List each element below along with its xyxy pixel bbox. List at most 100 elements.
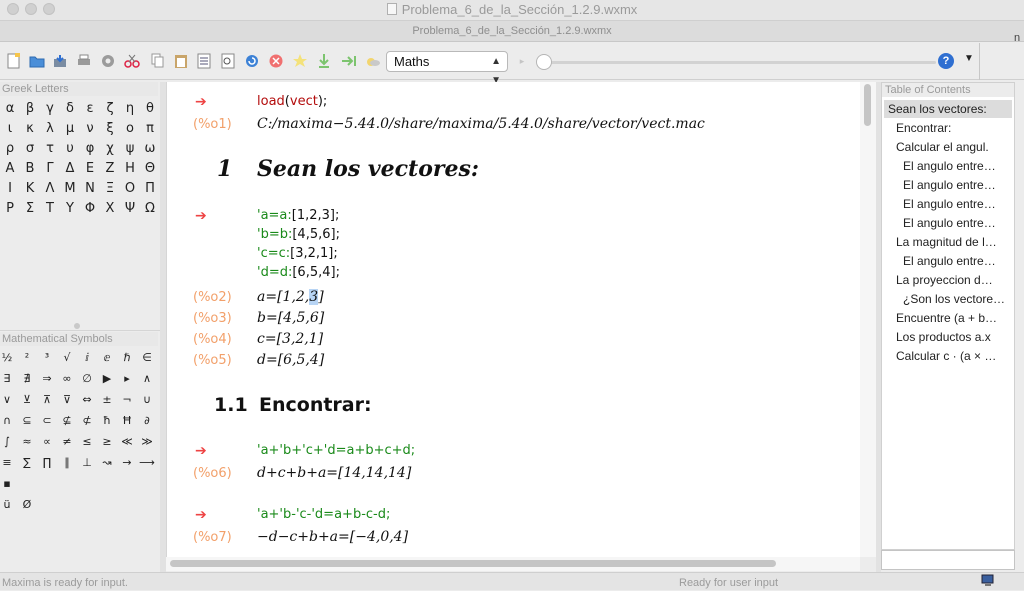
math-symbol-button[interactable]: ≫: [136, 432, 158, 452]
math-symbol-button[interactable]: ⊈: [56, 411, 78, 431]
input-prompt-arrow-icon[interactable]: ➔: [195, 442, 207, 459]
math-symbol-button[interactable]: ≠: [56, 432, 78, 452]
math-symbol-button[interactable]: ∥: [56, 453, 78, 473]
input-cell-line[interactable]: 'a=a:[1,2,3];: [257, 208, 339, 223]
toc-filter-input[interactable]: [881, 550, 1015, 570]
tab-title[interactable]: Problema_6_de_la_Sección_1.2.9.wxmx: [0, 25, 1024, 37]
output-expression[interactable]: d+c+b+a=[14,14,14]: [257, 465, 411, 481]
math-symbol-button[interactable]: ∄: [16, 369, 38, 389]
toc-item[interactable]: Encuentre (a + b…: [896, 309, 1010, 327]
stop-icon[interactable]: [268, 53, 284, 69]
math-symbol-button[interactable]: ∈: [136, 348, 158, 368]
section-title[interactable]: Sean los vectores:: [257, 156, 479, 182]
math-symbol-button[interactable]: ∪: [136, 390, 158, 410]
toc-item[interactable]: La magnitud de l…: [896, 233, 1010, 251]
subsection-title[interactable]: Encontrar:: [259, 394, 372, 416]
input-cell[interactable]: load(vect);: [257, 94, 327, 109]
math-symbol-button[interactable]: ³: [36, 348, 58, 368]
math-symbol-button[interactable]: ¬: [116, 390, 138, 410]
copy-icon[interactable]: [150, 53, 166, 69]
math-symbol-button[interactable]: ⊥: [76, 453, 98, 473]
star-icon[interactable]: [292, 53, 308, 69]
worksheet[interactable]: ➔ load(vect); (%o1) C:/maxima−5.44.0/share/…: [166, 82, 860, 557]
input-prompt-arrow-icon[interactable]: ➔: [195, 506, 207, 523]
math-symbol-button[interactable]: ≥: [96, 432, 118, 452]
toc-item[interactable]: Encontrar:: [896, 119, 1010, 137]
output-expression[interactable]: c=[3,2,1]: [257, 331, 323, 347]
math-symbol-button[interactable]: ∞: [56, 369, 78, 389]
math-symbol-button[interactable]: ∂: [136, 411, 158, 431]
vertical-scroll-thumb[interactable]: [864, 84, 871, 126]
worksheet-vertical-scrollbar[interactable]: [860, 82, 876, 557]
math-symbol-button[interactable]: ⊄: [76, 411, 98, 431]
math-symbol-button[interactable]: ∧: [136, 369, 158, 389]
math-symbol-button[interactable]: ⇒: [36, 369, 58, 389]
output-expression[interactable]: −d−c+b+a=[−4,0,4]: [257, 529, 408, 545]
math-symbol-button[interactable]: ℏ: [116, 348, 138, 368]
worksheet-horizontal-scrollbar[interactable]: [166, 557, 860, 571]
input-prompt-arrow-icon[interactable]: ➔: [195, 207, 207, 224]
greek-letter-button[interactable]: θ: [138, 99, 162, 119]
greek-letter-button[interactable]: Θ: [138, 159, 162, 179]
math-symbol-button[interactable]: ⅈ: [76, 348, 98, 368]
math-symbol-button[interactable]: ⇔: [76, 390, 98, 410]
math-symbol-button[interactable]: ▪: [0, 474, 18, 494]
math-symbol-button[interactable]: Ħ: [116, 411, 138, 431]
toc-item[interactable]: La proyeccion d…: [896, 271, 1010, 289]
play-icon[interactable]: ▸: [514, 53, 530, 69]
toc-item[interactable]: El angulo entre…: [903, 157, 1010, 175]
cloud-icon[interactable]: [365, 53, 381, 69]
output-expression[interactable]: a=[1,2,3]: [257, 289, 324, 305]
panel-splitter-handle[interactable]: [74, 323, 80, 329]
greek-letter-button[interactable]: Π: [138, 179, 162, 199]
toc-item[interactable]: El angulo entre…: [903, 176, 1010, 194]
selected-output-text[interactable]: 3: [309, 289, 319, 305]
download-icon[interactable]: [316, 53, 332, 69]
help-icon[interactable]: ?: [938, 53, 954, 69]
open-folder-icon[interactable]: [29, 53, 45, 69]
animation-slider-track[interactable]: [540, 61, 936, 64]
math-symbol-button[interactable]: ⊼: [36, 390, 58, 410]
print-icon[interactable]: [76, 53, 92, 69]
math-symbol-button[interactable]: ⊻: [16, 390, 38, 410]
output-expression[interactable]: C:/maxima−5.44.0/share/maxima/5.44.0/sha…: [257, 116, 705, 132]
input-cell-line[interactable]: 'c=c:[3,2,1];: [257, 246, 338, 261]
math-symbol-button[interactable]: ▸: [116, 369, 138, 389]
math-symbol-button[interactable]: ∅: [76, 369, 98, 389]
input-cell[interactable]: 'a+'b+'c+'d=a+b+c+d;: [257, 443, 415, 458]
new-file-icon[interactable]: [6, 53, 22, 69]
input-cell[interactable]: 'a+'b-'c-'d=a+b-c-d;: [257, 507, 390, 522]
toc-item[interactable]: El angulo entre…: [903, 252, 1010, 270]
toc-item[interactable]: Sean los vectores:: [884, 100, 1012, 118]
toc-item[interactable]: Los productos a.x: [896, 328, 1010, 346]
toc-item[interactable]: El angulo entre…: [903, 195, 1010, 213]
math-symbol-button[interactable]: ≪: [116, 432, 138, 452]
horizontal-scroll-thumb[interactable]: [170, 560, 776, 567]
math-symbol-button[interactable]: ħ: [96, 411, 118, 431]
math-symbol-button[interactable]: →: [116, 453, 138, 473]
input-prompt-arrow-icon[interactable]: ➔: [195, 93, 207, 110]
math-symbol-button[interactable]: ∑: [16, 453, 38, 473]
find-icon[interactable]: [220, 53, 236, 69]
math-symbol-button[interactable]: ⅇ: [96, 348, 118, 368]
input-cell-line[interactable]: 'b=b:[4,5,6];: [257, 227, 340, 242]
step-icon[interactable]: [341, 53, 357, 69]
toc-item[interactable]: Calcular c · (a × …: [896, 347, 1010, 365]
toc-item[interactable]: Calcular el angul.: [896, 138, 1010, 156]
math-symbol-button[interactable]: ⊆: [16, 411, 38, 431]
settings-icon[interactable]: [100, 53, 116, 69]
paste-icon[interactable]: [173, 53, 189, 69]
math-symbol-button[interactable]: ⊽: [56, 390, 78, 410]
toc-item[interactable]: ¿Son los vectore…: [903, 290, 1010, 308]
math-symbol-button[interactable]: ▶: [96, 369, 118, 389]
refresh-icon[interactable]: [244, 53, 260, 69]
math-symbol-button[interactable]: ²: [16, 348, 38, 368]
math-symbol-button[interactable]: ≤: [76, 432, 98, 452]
math-symbol-button[interactable]: ⊂: [36, 411, 58, 431]
select-all-icon[interactable]: [196, 53, 212, 69]
math-symbol-button[interactable]: ∝: [36, 432, 58, 452]
math-symbol-button[interactable]: Ø: [16, 495, 38, 515]
greek-letter-button[interactable]: π: [138, 119, 162, 139]
math-symbol-button[interactable]: ≈: [16, 432, 38, 452]
animation-slider-knob[interactable]: [536, 54, 552, 70]
